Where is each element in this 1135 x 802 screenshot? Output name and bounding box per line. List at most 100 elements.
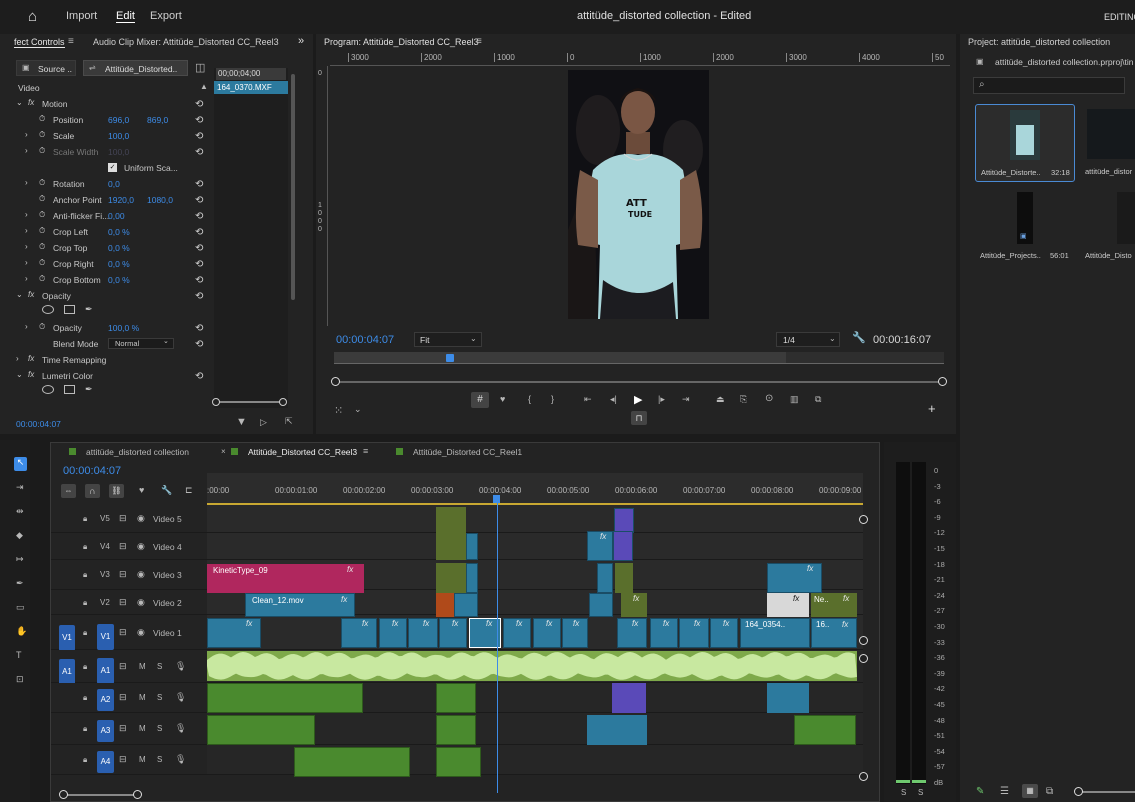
blend-mode-select[interactable]: Normal ⌄ (108, 338, 174, 349)
clip[interactable]: fx (207, 618, 261, 648)
stopwatch-icon[interactable]: ⏱ (39, 210, 45, 220)
clip-164-0354[interactable]: 164_0354.. (740, 618, 810, 648)
track-header[interactable]: 🔒︎ A4 ⊟ M S 🎙︎ (51, 745, 207, 775)
fx-row[interactable]: › fx Time Remapping (0, 352, 210, 368)
track-target-button[interactable]: A1 (97, 658, 114, 684)
rectangle-mask-icon[interactable] (64, 385, 75, 394)
icon-view-button[interactable]: ▦ (1022, 784, 1038, 798)
fx-value-1[interactable]: 0,0 % (108, 243, 130, 253)
stopwatch-icon[interactable]: ⏱ (39, 130, 45, 140)
audio-clip[interactable] (207, 715, 315, 745)
step-forward-icon[interactable]: |▸ (658, 394, 665, 405)
playhead-marker[interactable] (446, 354, 454, 362)
stopwatch-icon[interactable]: ⏱ (39, 242, 45, 252)
camera-icon[interactable]: ⊙ (765, 393, 773, 404)
pencil-icon[interactable]: ✎ (976, 786, 984, 797)
chevron-right-icon[interactable]: › (25, 322, 28, 331)
safe-margins-icon[interactable]: ⁙ (334, 404, 343, 417)
fx-value-1[interactable]: 100,0 % (108, 323, 139, 333)
track-target-button[interactable]: A3 (97, 720, 114, 742)
reset-icon[interactable]: ⟲ (195, 323, 207, 335)
fx-value-1[interactable]: 100,0 (108, 131, 129, 141)
fx-value-1[interactable]: 0,0 (108, 179, 120, 189)
track-id[interactable]: V2 (100, 598, 110, 607)
track-header[interactable]: A1 🔒︎ A1 ⊟ M S 🎙︎ (51, 650, 207, 685)
fx-value-1[interactable]: 0,0 % (108, 227, 130, 237)
mini-clip[interactable]: 164_0370.MXF (214, 81, 288, 94)
clip[interactable]: fx (679, 618, 709, 648)
pen-mask-icon[interactable]: ✒ (85, 384, 93, 395)
export-tab[interactable]: Export (150, 10, 182, 22)
solo-button[interactable]: S (157, 662, 162, 671)
play-audio-icon[interactable]: ▷ (260, 417, 267, 428)
fx-value-2[interactable]: 1080,0 (147, 195, 173, 205)
expand-panels-icon[interactable]: » (298, 35, 304, 47)
chevron-right-icon[interactable]: › (16, 354, 19, 363)
mute-button[interactable]: M (139, 662, 146, 671)
captions-icon[interactable]: ⊏ (185, 485, 193, 496)
hand-icon[interactable]: ✋ (16, 626, 27, 637)
clip[interactable] (466, 563, 478, 593)
reset-icon[interactable]: ⟲ (195, 179, 207, 191)
rectangle-mask-icon[interactable] (64, 305, 75, 314)
mini-timeline-bar[interactable] (334, 352, 944, 364)
add-marker-icon[interactable]: ♥ (139, 485, 144, 495)
track-header[interactable]: 🔒︎ V3 ⊟ ◉ Video 3 (51, 560, 207, 590)
scroll-up-icon[interactable]: ▲ (200, 82, 208, 91)
audio-scroll-top[interactable] (859, 654, 868, 663)
solo-button[interactable]: S (157, 693, 162, 702)
clip[interactable]: fx (503, 618, 531, 648)
pen-icon[interactable]: ✒ (16, 578, 24, 589)
marker-icon[interactable]: ♥ (500, 394, 505, 404)
fit-dropdown[interactable]: Fit ⌄ (414, 332, 482, 347)
eye-icon[interactable]: ◉ (137, 627, 145, 638)
audio-clip[interactable] (294, 747, 410, 777)
zoom-handle-right[interactable] (279, 398, 287, 406)
tab-audio-clip-mixer[interactable]: Audio Clip Mixer: Attitüde_Distorted CC_… (93, 37, 279, 47)
reset-icon[interactable]: ⟲ (195, 195, 207, 207)
clip[interactable] (436, 593, 454, 617)
fx-row[interactable]: Blend Mode Normal ⌄ ⟲ (0, 336, 210, 352)
clip[interactable] (466, 533, 478, 560)
sync-lock-icon[interactable]: ⊟ (119, 692, 127, 703)
go-to-in-icon[interactable]: ⇤ (584, 394, 592, 405)
linked-selection-icon[interactable]: ⛓ (109, 484, 124, 498)
mute-button[interactable]: M (139, 724, 146, 733)
project-title[interactable]: Project: attitüde_distorted collection (968, 37, 1110, 47)
chevron-right-icon[interactable]: › (25, 146, 28, 155)
horizontal-scrollbar[interactable] (63, 794, 141, 796)
project-item[interactable]: Attitüde_Disto (1080, 189, 1135, 267)
type-icon[interactable]: T (16, 650, 22, 660)
track-target-button[interactable]: V1 (97, 624, 114, 650)
fx-row[interactable]: ✓ Uniform Sca... (0, 160, 210, 176)
fx-row[interactable]: › ⏱ Scale 100,0 ⟲ (0, 128, 210, 144)
fx-value-1[interactable]: 1920,0 (108, 195, 134, 205)
import-tab[interactable]: Import (66, 10, 97, 22)
fx-scrollbar[interactable] (291, 74, 295, 300)
clip-ne[interactable]: Ne.. fx (811, 593, 857, 617)
tab-effect-controls[interactable]: fect Controls (14, 37, 65, 48)
reset-icon[interactable]: ⟲ (195, 259, 207, 271)
chevron-right-icon[interactable]: › (25, 210, 28, 219)
mark-in-icon[interactable]: { (528, 394, 531, 404)
extract-icon[interactable]: ⎘ (740, 394, 747, 405)
vr-icon[interactable]: ⧉ (815, 394, 821, 405)
chevron-down-icon[interactable]: ⌄ (16, 98, 23, 107)
source-a1-button[interactable]: A1 (59, 659, 75, 685)
track-scroll-top[interactable] (859, 515, 868, 524)
fx-row[interactable]: › ⏱ Crop Left 0,0 % ⟲ (0, 224, 210, 240)
scrub-handle-right[interactable] (938, 377, 947, 386)
chevron-right-icon[interactable]: › (25, 226, 28, 235)
clip[interactable] (615, 563, 633, 593)
fx-row[interactable]: ⌄ fx Opacity ⟲ (0, 288, 210, 304)
chevron-right-icon[interactable]: › (25, 130, 28, 139)
source-v1-button[interactable]: V1 (59, 625, 75, 651)
caption-icon[interactable]: ⊡ (16, 674, 24, 685)
fx-row[interactable]: › ⏱ Crop Bottom 0,0 % ⟲ (0, 272, 210, 288)
zoom-slider[interactable] (216, 401, 286, 403)
playhead-marker[interactable] (493, 495, 500, 503)
clip[interactable] (614, 508, 634, 533)
chevron-right-icon[interactable]: › (25, 274, 28, 283)
program-menu-icon[interactable]: ≡ (476, 36, 482, 47)
track-scroll-bottom[interactable] (859, 636, 868, 645)
